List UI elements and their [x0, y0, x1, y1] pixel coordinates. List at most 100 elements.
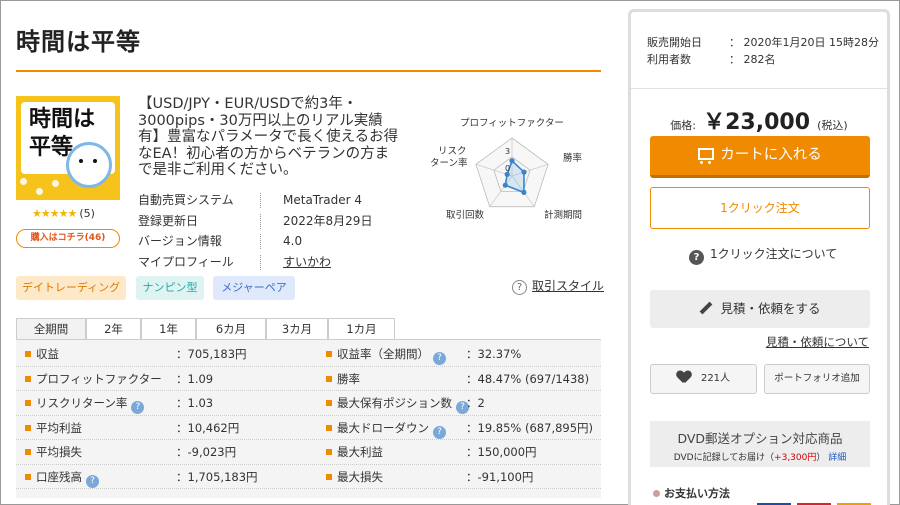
stat-label: 収益率（全期間）? [326, 342, 446, 366]
spec-label: 自動売買システム [138, 193, 234, 207]
radar-axis-label-pf: プロフィットファクター [460, 118, 564, 129]
dvd-sub-post: ） [816, 453, 826, 463]
stat-label-text: 平均利益 [36, 420, 82, 435]
radar-axis-label-period: 計測期間 [544, 209, 582, 221]
stat-label: 最大損失 [326, 465, 383, 489]
product-image[interactable]: 時間は平等 [16, 96, 120, 200]
orange-bullet-icon [326, 449, 332, 455]
radar-axis-label-return: ターン率 [430, 157, 468, 169]
orange-bullet-icon [25, 351, 31, 357]
stat-value: ：10,462円 [176, 420, 240, 435]
stat-label: プロフィットファクター [25, 367, 162, 391]
tab-1m[interactable]: 1カ月 [328, 318, 395, 340]
stat-label: リスクリターン率? [25, 391, 145, 415]
spec-label: マイプロフィール [138, 254, 234, 269]
stat-label: 平均損失 [25, 440, 82, 464]
stat-label-text: 口座残高 [36, 469, 82, 484]
add-portfolio-button[interactable]: ポートフォリオ追加 [764, 364, 870, 394]
spec-divider [260, 234, 261, 249]
orange-bullet-icon [25, 424, 31, 431]
purchase-panel: 販売開始日 ： 2020年1月20日 15時28分 利用者数 ： 282名 価格… [628, 9, 890, 505]
payment-title: お支払い方法 [664, 487, 730, 500]
bullet-dot-icon [653, 490, 660, 497]
stat-value: ：2 [466, 396, 485, 410]
rating-stars: ★★★★★ (5) [32, 207, 95, 220]
tag-major-pair[interactable]: メジャーペア [213, 276, 295, 300]
quote-request-button[interactable]: 見積・依頼をする [650, 290, 870, 328]
pen-icon [700, 301, 713, 315]
stats-row: リスクリターン率? ：1.03 最大保有ポジション数? ：2 [16, 391, 601, 416]
info-icon[interactable]: ? [86, 474, 99, 488]
tag-day-trading[interactable]: デイトレーディング [16, 276, 126, 300]
orange-bullet-icon [326, 473, 332, 480]
buyer-count-badge[interactable]: 購入はコチラ(46) [16, 229, 120, 248]
stat-value: ：48.47% (697/1438) [466, 371, 590, 386]
orange-bullet-icon [326, 351, 332, 357]
spec-label: バージョン情報 [138, 234, 222, 248]
dvd-sub-pre: DVDに記録してお届け（ [673, 453, 775, 463]
one-click-help-label: 1クリック注文について [710, 247, 838, 261]
stat-label-text: プロフィットファクター [36, 371, 162, 386]
orange-bullet-icon [326, 375, 332, 382]
spec-value: 2022年8月29日 [283, 213, 373, 228]
users-label: 利用者数 [647, 53, 691, 66]
stat-label-text: 平均損失 [36, 445, 82, 459]
stat-value: ：705,183円 [176, 347, 247, 361]
info-icon[interactable]: ? [433, 425, 446, 439]
stat-label-text: 勝率 [337, 371, 360, 386]
stat-label: 最大ドローダウン? [326, 416, 446, 440]
radar-point [509, 158, 515, 164]
spec-divider [260, 254, 261, 270]
meta-row: 利用者数 ： 282名 [647, 51, 882, 68]
quote-about-link[interactable]: 見積・依頼について [766, 334, 869, 350]
spec-value: 4.0 [283, 234, 303, 248]
favorite-count: 221人 [700, 373, 731, 384]
tab-all[interactable]: 全期間 [16, 318, 86, 340]
product-description: 【USD/JPY・EUR/USDで約3年・3000pips・30万円以上のリアル… [138, 96, 399, 178]
question-icon: ? [512, 280, 527, 295]
radar-axis-label-trades: 取引回数 [446, 209, 485, 221]
stat-label: 勝率 [326, 367, 360, 391]
favorite-button[interactable]: 221人 [650, 364, 757, 394]
page-title: 時間は平等 [16, 28, 141, 56]
tab-6m[interactable]: 6カ月 [196, 318, 266, 340]
tab-2y[interactable]: 2年 [86, 318, 141, 340]
sale-start-value: ： 2020年1月20日 15時28分 [729, 36, 879, 49]
rating-count: (5) [79, 207, 95, 220]
info-icon[interactable]: ? [433, 352, 446, 365]
tab-3m[interactable]: 3カ月 [266, 318, 328, 340]
spec-row: マイプロフィール すいかわ [138, 252, 438, 273]
star-icons: ★★★★★ [32, 207, 77, 220]
users-value: ： 282名 [729, 53, 776, 66]
dvd-detail-link[interactable]: 詳細 [828, 453, 846, 463]
stats-row: プロフィットファクター ：1.09 勝率 ：48.47% (697/1438) [16, 367, 601, 391]
stat-label-text: 収益率（全期間） [337, 347, 429, 361]
stat-label-text: 最大損失 [337, 469, 383, 484]
radar-axis-label-winrate: 勝率 [563, 152, 583, 164]
tag-nanpin[interactable]: ナンピン型 [136, 276, 204, 300]
one-click-help-link[interactable]: ? 1クリック注文について [689, 245, 837, 265]
stat-value: ：150,000円 [466, 445, 537, 459]
trading-style-link[interactable]: 取引スタイル [532, 279, 604, 293]
stats-row: 平均利益 ：10,462円 最大ドローダウン? ：19.85% (687,895円) [16, 416, 601, 440]
radar-scale-max: 3 [505, 147, 510, 156]
stat-label-text: 最大ドローダウン [337, 420, 429, 435]
orange-bullet-icon [25, 400, 31, 406]
dvd-option-box: DVD郵送オプション対応商品 DVDに記録してお届け（+3,300円） 詳細 [650, 421, 870, 467]
performance-radar-chart: プロフィットファクター 勝率 計測期間 取引回数 リスク ターン率 3 0 [430, 118, 583, 221]
sale-meta: 販売開始日 ： 2020年1月20日 15時28分 利用者数 ： 282名 [647, 34, 882, 68]
decor-dot [20, 178, 27, 185]
orange-bullet-icon [25, 473, 31, 480]
panel-divider [631, 88, 887, 89]
orange-bullet-icon [25, 375, 31, 382]
stats-row: 収益 ：705,183円 収益率（全期間）? ：32.37% [16, 342, 601, 367]
profile-link[interactable]: すいかわ [283, 252, 331, 273]
tax-label: (税込) [817, 119, 848, 132]
decor-dot [52, 180, 59, 187]
info-icon[interactable]: ? [131, 401, 145, 414]
add-to-cart-button[interactable]: カートに入れる [650, 136, 870, 178]
one-click-order-button[interactable]: 1クリック注文 [650, 187, 870, 229]
trading-style-help[interactable]: ? 取引スタイル [512, 277, 604, 295]
tab-1y[interactable]: 1年 [141, 318, 196, 340]
heart-icon [677, 371, 691, 383]
